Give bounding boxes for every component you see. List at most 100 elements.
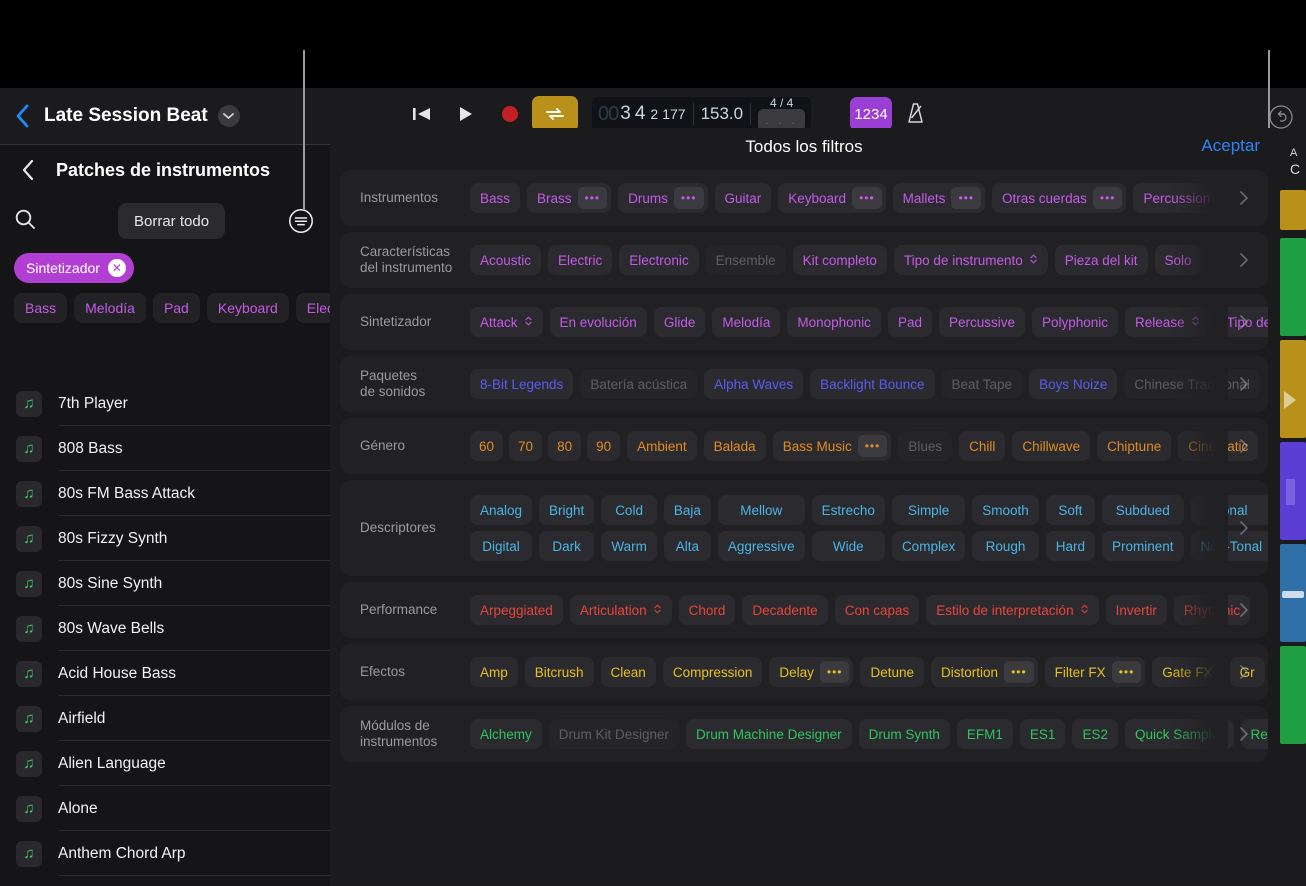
suggested-chip[interactable]: Keyboard xyxy=(206,293,289,323)
track-region[interactable] xyxy=(1280,544,1306,642)
list-item[interactable]: ♫ Alien Language xyxy=(0,741,330,786)
more-options-icon[interactable]: ••• xyxy=(857,435,888,457)
list-item[interactable]: ♫ Alone xyxy=(0,786,330,831)
stepper-chevron-icon[interactable] xyxy=(1191,315,1200,330)
filter-pill[interactable]: Decadente xyxy=(742,595,828,625)
filter-pill[interactable]: ES2 xyxy=(1072,719,1118,749)
stepper-chevron-icon[interactable] xyxy=(524,315,533,330)
filter-pill[interactable]: Acoustic xyxy=(470,245,542,275)
rewind-to-start-icon[interactable] xyxy=(400,96,444,132)
filter-pill[interactable]: Arpeggiated xyxy=(470,595,563,625)
filter-pill[interactable]: Percussive xyxy=(938,307,1025,337)
more-options-icon[interactable]: ••• xyxy=(1092,187,1123,209)
filter-pill[interactable]: Kit completo xyxy=(792,245,887,275)
filter-pill[interactable]: Filter FX ••• xyxy=(1044,657,1146,687)
filter-pill[interactable]: Pad xyxy=(887,307,932,337)
filter-pill[interactable]: Polyphonic xyxy=(1032,307,1119,337)
filter-pill[interactable]: Drum Synth xyxy=(858,719,950,749)
chevron-right-icon[interactable] xyxy=(1236,438,1252,454)
track-region[interactable] xyxy=(1280,442,1306,540)
filter-pill-container[interactable]: Attack En evolución Glide Melodía Monophonic… xyxy=(470,307,1268,337)
filter-pill[interactable]: Alchemy xyxy=(470,719,542,749)
suggested-chip-row[interactable]: BassMelodíaPadKeyboardElectronic xyxy=(0,291,330,331)
search-icon[interactable] xyxy=(14,208,36,235)
track-region[interactable] xyxy=(1280,238,1306,336)
filter-pill[interactable]: Bass xyxy=(470,183,521,213)
filter-pill[interactable]: Chord xyxy=(678,595,736,625)
filter-pill-container[interactable]: Bass Brass ••• Drums ••• Guitar Keyboard ••• Mal… xyxy=(470,183,1268,213)
more-options-icon[interactable]: ••• xyxy=(819,661,850,683)
filter-pill[interactable]: Keyboard ••• xyxy=(778,183,886,213)
filter-pill[interactable]: ES1 xyxy=(1019,719,1066,749)
chevron-right-icon[interactable] xyxy=(1236,664,1252,680)
filter-pill-container[interactable]: Acoustic Electric Electronic Ensemble Kit co… xyxy=(470,245,1268,275)
filter-pill-container[interactable]: 60 70 80 90 Ambient Balada Bass Music ••• Blues C… xyxy=(470,431,1268,461)
filter-pill[interactable]: Bass Music ••• xyxy=(772,431,892,461)
stepper-chevron-icon[interactable] xyxy=(1029,253,1038,268)
suggested-chip[interactable]: Electronic xyxy=(295,293,330,323)
filter-pill[interactable]: Gate FX xyxy=(1152,657,1223,687)
filter-pill-container[interactable]: Alchemy Drum Kit Designer Drum Machine Des… xyxy=(470,719,1268,749)
track-region[interactable] xyxy=(1280,190,1306,230)
filter-pill[interactable]: Solo xyxy=(1154,245,1202,275)
filter-pill[interactable]: Brass ••• xyxy=(527,183,612,213)
filter-pill[interactable]: Estrecho xyxy=(811,495,885,525)
filter-pill[interactable]: Detune xyxy=(860,657,925,687)
filter-pill[interactable]: Soft xyxy=(1045,495,1096,525)
list-item[interactable]: ♫ 7th Player xyxy=(0,381,330,426)
cycle-loop-icon[interactable] xyxy=(532,96,578,132)
filter-pill[interactable]: Ambient xyxy=(627,431,697,461)
filter-pill[interactable]: Attack xyxy=(470,307,543,337)
panel-back-icon[interactable] xyxy=(0,159,56,181)
filter-pill[interactable]: Complex xyxy=(891,531,966,561)
list-item[interactable]: ♫ 80s Sine Synth xyxy=(0,561,330,606)
filter-pill-container[interactable]: Amp Bitcrush Clean Compression Delay ••• Detun… xyxy=(470,657,1268,687)
list-item[interactable]: ♫ Acid House Bass xyxy=(0,651,330,696)
chevron-right-icon[interactable] xyxy=(1236,602,1252,618)
chevron-right-icon[interactable] xyxy=(1236,376,1252,392)
chevron-left-icon[interactable] xyxy=(0,104,44,128)
filter-pill[interactable]: Electronic xyxy=(619,245,699,275)
filter-pill[interactable]: 80 xyxy=(548,431,582,461)
suggested-chip[interactable]: Melodía xyxy=(74,293,146,323)
active-filter-token[interactable]: Sintetizador ✕ xyxy=(14,253,134,283)
more-options-icon[interactable]: ••• xyxy=(852,187,882,209)
filter-pill[interactable]: Analog xyxy=(470,495,533,525)
filter-pill[interactable]: 60 xyxy=(470,431,504,461)
filter-pill[interactable]: Backlight Bounce xyxy=(810,369,935,399)
count-in-button[interactable]: 1234 xyxy=(850,97,892,131)
filter-pill[interactable]: Invertir xyxy=(1105,595,1167,625)
filter-pill[interactable]: Pieza del kit xyxy=(1054,245,1148,275)
filter-pill[interactable]: Bright xyxy=(539,495,595,525)
filter-pill[interactable]: Boys Noize xyxy=(1029,369,1118,399)
list-item[interactable]: ♫ 808 Bass xyxy=(0,426,330,471)
list-item[interactable]: ♫ Airfield xyxy=(0,696,330,741)
filter-pill[interactable]: Cold xyxy=(601,495,657,525)
filter-pill[interactable]: EFM1 xyxy=(956,719,1013,749)
filter-pill[interactable]: Wide xyxy=(811,531,885,561)
filter-pill[interactable]: Otras cuerdas ••• xyxy=(992,183,1127,213)
filter-pill[interactable]: Melodía xyxy=(712,307,781,337)
stepper-chevron-icon[interactable] xyxy=(653,603,662,618)
list-item[interactable]: ♫ Anthem Chord Arp xyxy=(0,831,330,876)
stepper-chevron-icon[interactable] xyxy=(1080,603,1089,618)
filter-pill[interactable]: Quick Sampler xyxy=(1124,719,1234,749)
metronome-icon[interactable] xyxy=(902,101,930,127)
more-options-icon[interactable]: ••• xyxy=(951,187,982,209)
decade-pill-group[interactable]: 60 70 80 90 xyxy=(470,431,621,461)
filter-pill[interactable]: Baja xyxy=(663,495,711,525)
suggested-chip[interactable]: Pad xyxy=(152,293,200,323)
filter-pill-container[interactable]: 8-Bit Legends Batería acústica Alpha Waves… xyxy=(470,369,1268,399)
chevron-down-icon[interactable] xyxy=(217,105,240,127)
filter-pill-container[interactable]: Analog Digital Bright Dark Cold Warm Baja Alta M… xyxy=(470,495,1268,561)
more-options-icon[interactable]: ••• xyxy=(1111,661,1142,683)
filter-pill[interactable]: 8-Bit Legends xyxy=(470,369,574,399)
list-item[interactable]: ♫ 80s Fizzy Synth xyxy=(0,516,330,561)
more-options-icon[interactable]: ••• xyxy=(577,187,608,209)
filter-list-icon[interactable] xyxy=(288,208,314,234)
filter-pill[interactable]: Dark xyxy=(539,531,595,561)
filter-pill[interactable]: Release xyxy=(1125,307,1210,337)
more-options-icon[interactable]: ••• xyxy=(1004,661,1034,683)
filter-pill[interactable]: Digital xyxy=(470,531,533,561)
filter-pill[interactable]: Aggressive xyxy=(717,531,805,561)
